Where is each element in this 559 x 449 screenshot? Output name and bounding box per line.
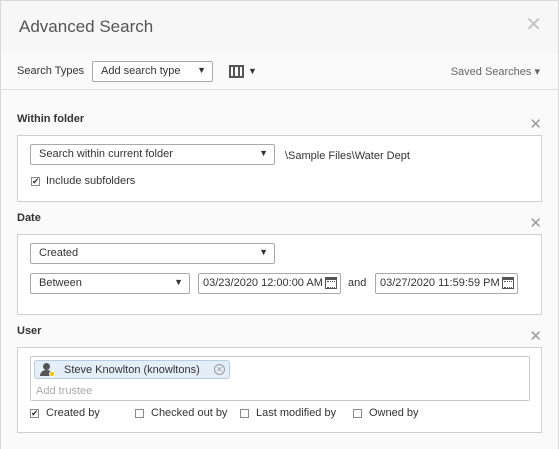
add-search-type-value: Add search type: [101, 65, 181, 77]
search-types-label: Search Types: [17, 65, 85, 77]
checked-out-by-checkbox[interactable]: [135, 409, 144, 418]
add-trustee-placeholder: Add trustee: [36, 385, 93, 397]
created-by-label: Created by: [46, 407, 100, 419]
chevron-down-icon: ▼: [174, 277, 183, 287]
saved-searches-menu[interactable]: Saved Searches ▾: [451, 65, 540, 78]
date-from-value: 03/23/2020 12:00:00 AM: [203, 277, 323, 289]
folder-scope-select[interactable]: Search within current folder ▼: [30, 144, 275, 165]
date-title: Date: [17, 212, 41, 224]
date-operator-select[interactable]: Between ▼: [30, 273, 190, 294]
chevron-down-icon: ▼: [197, 65, 206, 75]
dialog-header: Advanced Search ✕: [1, 1, 558, 53]
date-and-label: and: [348, 277, 367, 289]
dialog-title: Advanced Search: [19, 17, 154, 36]
add-search-type-select[interactable]: Add search type ▼: [92, 61, 213, 82]
include-subfolders-checkbox[interactable]: [31, 175, 40, 187]
within-folder-title: Within folder: [17, 113, 85, 125]
calendar-icon[interactable]: [502, 277, 514, 289]
close-icon[interactable]: ✕: [525, 15, 542, 35]
remove-date-icon[interactable]: ✕: [529, 216, 542, 231]
last-modified-by-checkbox[interactable]: [240, 409, 249, 418]
remove-user-icon[interactable]: ✕: [529, 329, 542, 344]
date-operator-value: Between: [39, 277, 82, 289]
chevron-down-icon: ▼: [259, 247, 268, 257]
checked-out-by-label: Checked out by: [151, 407, 228, 419]
trustee-chip: Steve Knowlton (knowltons) ✕: [34, 360, 230, 379]
within-folder-panel: Search within current folder ▼ \Sample F…: [17, 135, 542, 202]
include-subfolders-label: Include subfolders: [46, 175, 136, 187]
folder-path: \Sample Files\Water Dept: [285, 150, 410, 162]
created-by-checkbox[interactable]: [30, 407, 39, 419]
advanced-search-dialog: Advanced Search ✕ Search Types Add searc…: [0, 0, 559, 449]
owned-by-label: Owned by: [369, 407, 419, 419]
date-to-input[interactable]: 03/27/2020 11:59:59 PM: [375, 273, 518, 294]
date-panel: Created ▼ Between ▼ 03/23/2020 12:00:00 …: [17, 234, 542, 315]
columns-icon: [229, 65, 244, 78]
columns-button[interactable]: ▼: [229, 65, 259, 81]
trustee-input[interactable]: Steve Knowlton (knowltons) ✕ Add trustee: [30, 356, 530, 401]
date-from-input[interactable]: 03/23/2020 12:00:00 AM: [198, 273, 341, 294]
user-title: User: [17, 325, 42, 337]
caret-down-icon: ▼: [248, 66, 257, 76]
dialog-footer: [1, 433, 558, 449]
calendar-icon[interactable]: [325, 277, 337, 289]
last-modified-by-label: Last modified by: [256, 407, 337, 419]
folder-scope-value: Search within current folder: [39, 148, 173, 160]
date-to-value: 03/27/2020 11:59:59 PM: [380, 277, 500, 289]
trustee-chip-label: Steve Knowlton (knowltons): [64, 364, 200, 376]
remove-trustee-icon[interactable]: ✕: [214, 364, 225, 375]
remove-within-folder-icon[interactable]: ✕: [529, 117, 542, 132]
user-icon: [40, 363, 55, 377]
date-field-value: Created: [39, 247, 79, 259]
owned-by-checkbox[interactable]: [353, 409, 362, 418]
date-field-select[interactable]: Created ▼: [30, 243, 275, 264]
chevron-down-icon: ▼: [259, 148, 268, 158]
search-toolbar: Search Types Add search type ▼ ▼ Saved S…: [1, 53, 558, 90]
